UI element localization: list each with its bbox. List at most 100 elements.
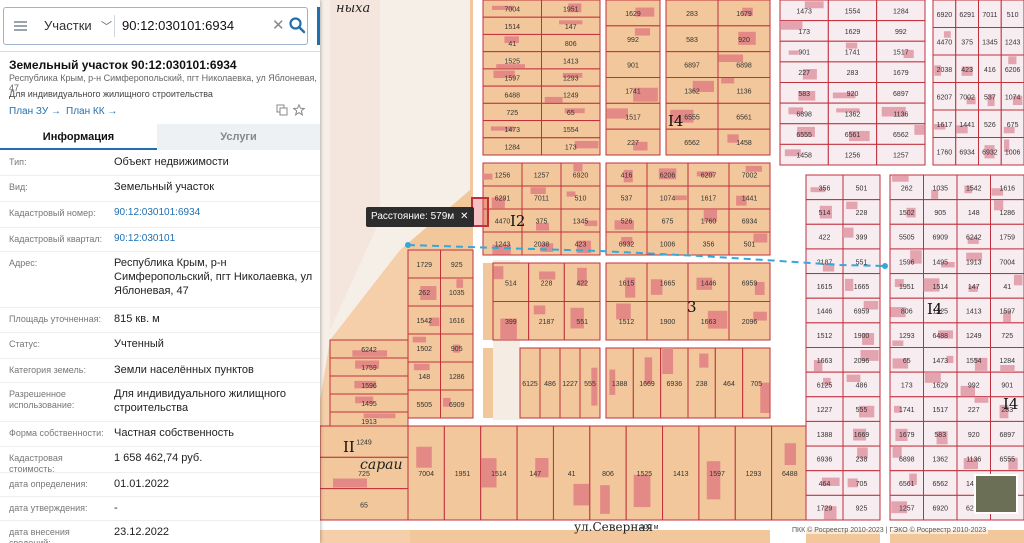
parcel-number: 486 (544, 381, 556, 388)
search-icon[interactable] (288, 16, 306, 34)
parcel-number: 510 (575, 196, 587, 203)
parcel-number: 6561 (736, 114, 752, 121)
parcel-number: 6562 (893, 132, 909, 139)
building (412, 336, 427, 343)
parcel-number: 1741 (899, 407, 915, 414)
parcel-number: 6932 (982, 149, 998, 156)
building (634, 28, 650, 36)
parcel-number: 1525 (504, 58, 520, 65)
parcel-number: 464 (723, 381, 735, 388)
building (493, 266, 504, 280)
parcel-number: 1760 (937, 149, 953, 156)
parcel-number: 1006 (660, 242, 676, 249)
plan-kk-link[interactable]: План КК → (66, 106, 117, 117)
parcel-number: 1679 (899, 432, 915, 439)
building (718, 54, 744, 63)
parcel-number: 1951 (563, 7, 579, 14)
parcel-number: 1293 (899, 333, 915, 340)
parcel-number: 1388 (817, 432, 833, 439)
building (600, 485, 610, 514)
building (924, 372, 941, 383)
parcel-number: 1665 (854, 284, 870, 291)
building (416, 446, 432, 468)
divider (114, 15, 115, 37)
parcel-number: 1597 (999, 309, 1015, 316)
parcel-number: 510 (1007, 12, 1019, 19)
parcel-number: 2096 (742, 319, 758, 326)
parcel-number: 1284 (999, 358, 1015, 365)
parcel-number: 6936 (817, 456, 833, 463)
parcel-number: 399 (505, 319, 517, 326)
parcel-number: 1616 (449, 318, 465, 325)
plan-zu-link[interactable]: План ЗУ → (9, 106, 61, 117)
parcel-number: 6561 (845, 132, 861, 139)
attribute-row: дата внесения сведений: 23.12.2022 (0, 521, 320, 543)
parcel-number: 1458 (736, 140, 752, 147)
parcel-number: 1951 (455, 471, 471, 478)
tab-services[interactable]: Услуги (157, 124, 320, 150)
parcel-number: 1473 (796, 8, 812, 15)
parcel-number: 262 (901, 185, 913, 192)
parcel-number: 1345 (982, 39, 998, 46)
close-icon[interactable]: ✕ (460, 211, 468, 222)
parcel-number: 6561 (899, 481, 915, 488)
star-icon[interactable] (293, 104, 305, 116)
building (846, 374, 861, 383)
attribute-value: Земли населённых пунктов (114, 364, 254, 376)
attribute-row: Площадь уточненная: 815 кв. м (0, 308, 320, 333)
parcel-title: Земельный участок 90:12:030101:6934 (9, 58, 237, 72)
attribute-row: Кадастровый квартал: 90:12:030101 (0, 228, 320, 252)
parcel-number: 41 (508, 41, 516, 48)
building (530, 187, 546, 195)
parcel-number: 6959 (854, 309, 870, 316)
parcel-number: 555 (856, 407, 868, 414)
parcel-number: 7004 (504, 7, 520, 14)
parcel-number: 1514 (932, 284, 948, 291)
parcel-number: 1441 (959, 122, 975, 129)
search-input[interactable]: 90:12:030101:6934 (122, 18, 234, 33)
parcel-number: 1542 (966, 185, 982, 192)
attribute-label: Категория земель: (9, 365, 86, 375)
attribute-value: 01.01.2022 (114, 478, 170, 490)
parcel-number: 4470 (495, 219, 511, 226)
building (539, 271, 556, 280)
parcel-number: 901 (627, 63, 639, 70)
parcel-number: 1227 (817, 407, 833, 414)
parcel-number: 6488 (504, 93, 520, 100)
tab-info[interactable]: Информация (0, 124, 157, 150)
chevron-down-icon[interactable]: ﹀ (101, 18, 112, 34)
attribute-value-link[interactable]: 90:12:030101:6934 (114, 206, 314, 220)
parcel-number: 1249 (563, 93, 579, 100)
map-copyright: ПКК © Росреестр 2010-2023 | ГЭКО © Росре… (790, 527, 989, 534)
parcel-number: 41 (1003, 284, 1011, 291)
clear-icon[interactable]: ✕ (272, 16, 285, 34)
street-label: ныха (336, 1, 371, 16)
parcel-purpose: Для индивидуального жилищного строительс… (9, 89, 213, 99)
search-bar: Участки ﹀ 90:12:030101:6934 ✕ ❮ (0, 0, 320, 52)
category-select[interactable]: Участки (44, 18, 92, 33)
parcel-number: 1517 (932, 407, 948, 414)
menu-icon[interactable] (14, 21, 27, 31)
quarter-label: I4 (927, 300, 943, 318)
selected-parcel[interactable] (471, 197, 489, 227)
parcel-number: 6291 (959, 12, 975, 19)
distance-tooltip[interactable]: Расстояние: 579м ✕ (366, 207, 474, 227)
parcel-number: 1913 (966, 259, 982, 266)
attribute-row: Кадастровая стоимость: 1 658 462,74 руб. (0, 447, 320, 474)
parcel-number: 173 (901, 382, 913, 389)
parcel-number: 1074 (1005, 94, 1021, 101)
parcel-number: 1617 (937, 122, 953, 129)
parcel-number: 537 (984, 94, 996, 101)
parcel-number: 1495 (361, 401, 377, 408)
parcel-number: 901 (798, 50, 810, 57)
attribute-label: Кадастровый номер: (9, 208, 96, 218)
parcel-number: 992 (968, 382, 980, 389)
basemap-switcher-thumbnail[interactable] (974, 474, 1018, 514)
parcel-number: 925 (856, 506, 868, 513)
copy-icon[interactable] (276, 104, 288, 116)
attribute-value-link[interactable]: 90:12:030101 (114, 232, 314, 246)
collapse-panel-button[interactable]: ❮ (317, 7, 320, 45)
building (993, 200, 1004, 211)
parcel-number: 356 (703, 242, 715, 249)
parcel-number: 2038 (534, 242, 550, 249)
